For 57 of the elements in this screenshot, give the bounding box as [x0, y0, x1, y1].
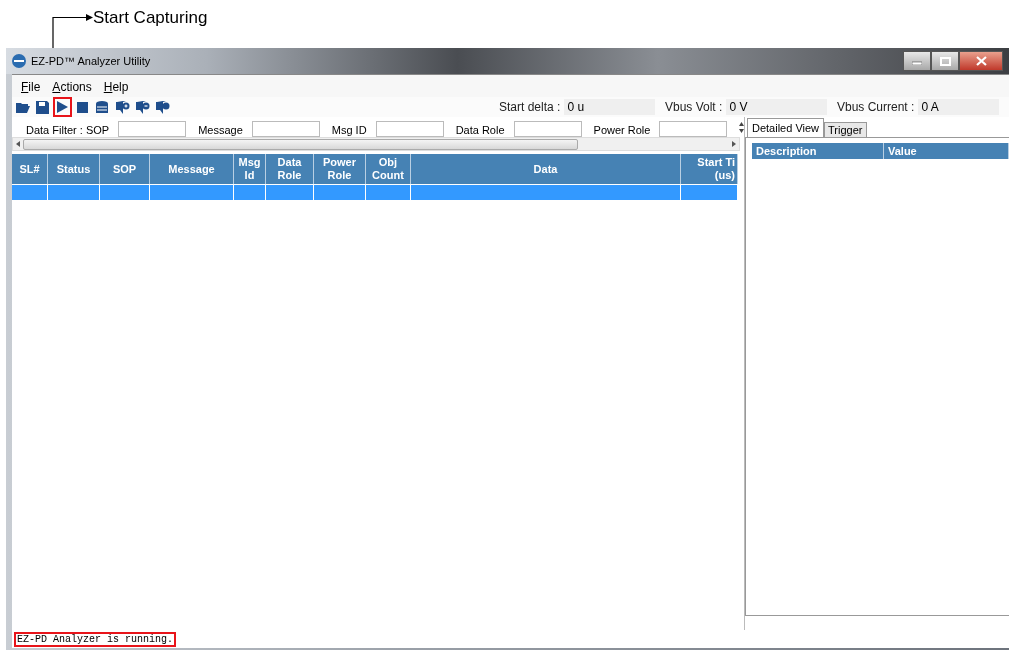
column-header[interactable]: Obj Count: [366, 154, 411, 184]
tab[interactable]: Trigger: [824, 122, 867, 137]
flag-icon: [115, 100, 130, 114]
column-header[interactable]: Data Role: [266, 154, 314, 184]
column-header[interactable]: Msg Id: [234, 154, 266, 184]
play-icon: [57, 101, 68, 113]
callout-arrow: [53, 14, 93, 21]
toolbar-button[interactable]: [53, 97, 72, 117]
column-header[interactable]: Message: [150, 154, 234, 184]
column-header[interactable]: Status: [48, 154, 100, 184]
filter-label: Data Filter : SOP: [26, 124, 110, 137]
column-header[interactable]: Power Role: [314, 154, 366, 184]
menu-item[interactable]: Actions: [47, 78, 97, 96]
folder-icon: [15, 101, 30, 113]
status-text: EZ-PD Analyzer is running.: [14, 631, 177, 647]
filter-label: Message: [198, 124, 243, 137]
stop-icon: [77, 101, 88, 113]
minimize-button[interactable]: [903, 51, 931, 71]
menu-item[interactable]: Help: [98, 78, 134, 96]
maximize-button[interactable]: [931, 51, 959, 71]
spin-down-icon[interactable]: [739, 128, 745, 133]
database-icon: [96, 100, 109, 114]
filter-label: Msg ID: [331, 124, 367, 137]
flag-icon: [135, 100, 150, 114]
column-header[interactable]: Value: [884, 143, 1009, 159]
maximize-icon: [939, 56, 951, 66]
readout-value: 0 u: [564, 99, 655, 115]
menu-item[interactable]: File: [16, 78, 46, 96]
table-row[interactable]: [12, 184, 740, 200]
window-title: EZ-PD™ Analyzer Utility: [31, 55, 151, 67]
tab[interactable]: Detailed View: [747, 118, 825, 137]
filter-field[interactable]: [513, 121, 582, 137]
filter-field[interactable]: [118, 121, 187, 137]
filter-field[interactable]: [375, 121, 444, 137]
column-header[interactable]: SOP: [100, 154, 150, 184]
column-header[interactable]: Description: [752, 143, 884, 159]
filter-label: Power Role: [593, 124, 651, 137]
filter-label: Data Role: [455, 124, 505, 137]
scroll-left-icon[interactable]: [16, 141, 20, 147]
flag-icon: [155, 100, 170, 114]
filter-field[interactable]: [251, 121, 320, 137]
spin-up-icon[interactable]: [739, 121, 745, 126]
callout-label: Start Capturing: [93, 8, 208, 28]
readout-label: Start delta :: [499, 100, 561, 114]
close-icon: [975, 56, 987, 66]
close-button[interactable]: [959, 51, 1003, 71]
readout-value: 0 V: [726, 99, 827, 115]
filter-field[interactable]: [659, 121, 728, 137]
horizontal-scrollbar[interactable]: [12, 137, 740, 151]
app-icon: [12, 54, 26, 68]
scroll-right-icon[interactable]: [732, 141, 736, 147]
column-header[interactable]: Start Ti (us): [681, 154, 738, 184]
readout-label: Vbus Volt :: [665, 100, 723, 114]
readout-label: Vbus Current :: [837, 100, 915, 114]
readout-value: 0 A: [918, 99, 999, 115]
column-header[interactable]: SL#: [12, 154, 48, 184]
column-header[interactable]: Data: [411, 154, 681, 184]
